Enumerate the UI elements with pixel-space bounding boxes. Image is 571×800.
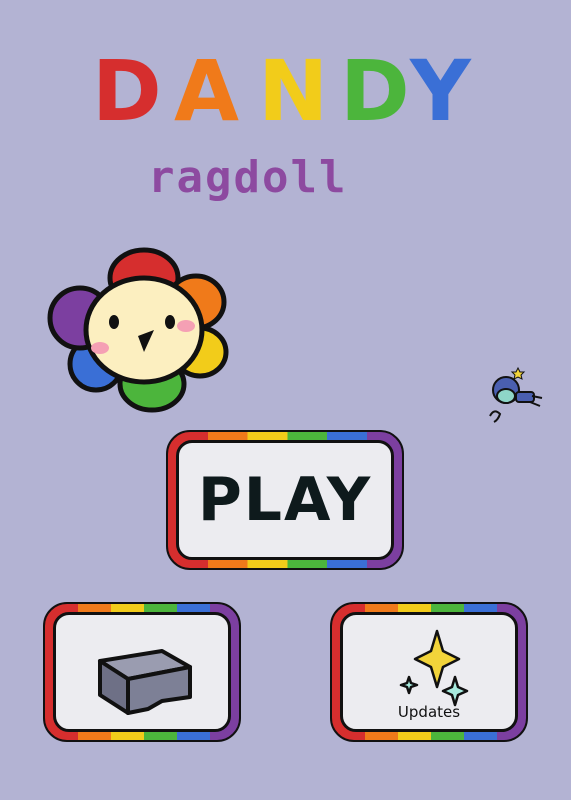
game-subtitle: ragdoll bbox=[148, 152, 348, 203]
game-title: D A N D Y bbox=[92, 46, 492, 136]
updates-button[interactable]: Updates bbox=[330, 602, 528, 742]
title-letter-2: A bbox=[174, 42, 240, 140]
floating-astronaut-character-icon bbox=[489, 366, 543, 423]
box-button[interactable] bbox=[43, 602, 241, 742]
rainbow-flower-mascot-icon bbox=[47, 247, 229, 413]
updates-button-label: Updates bbox=[397, 703, 461, 721]
title-letter-1: D bbox=[92, 42, 162, 140]
title-letter-5: Y bbox=[410, 42, 471, 140]
box-button-face[interactable] bbox=[53, 612, 231, 732]
gray-box-icon bbox=[98, 649, 192, 715]
sparkles-icon bbox=[399, 629, 469, 707]
title-letter-3: N bbox=[258, 42, 329, 140]
play-button[interactable]: PLAY bbox=[166, 430, 404, 570]
play-button-face[interactable]: PLAY bbox=[176, 440, 394, 560]
title-screen: D A N D Y ragdoll PLAY Updates bbox=[0, 0, 571, 800]
updates-button-face[interactable]: Updates bbox=[340, 612, 518, 732]
title-letter-4: D bbox=[340, 42, 410, 140]
play-button-label: PLAY bbox=[197, 465, 373, 535]
